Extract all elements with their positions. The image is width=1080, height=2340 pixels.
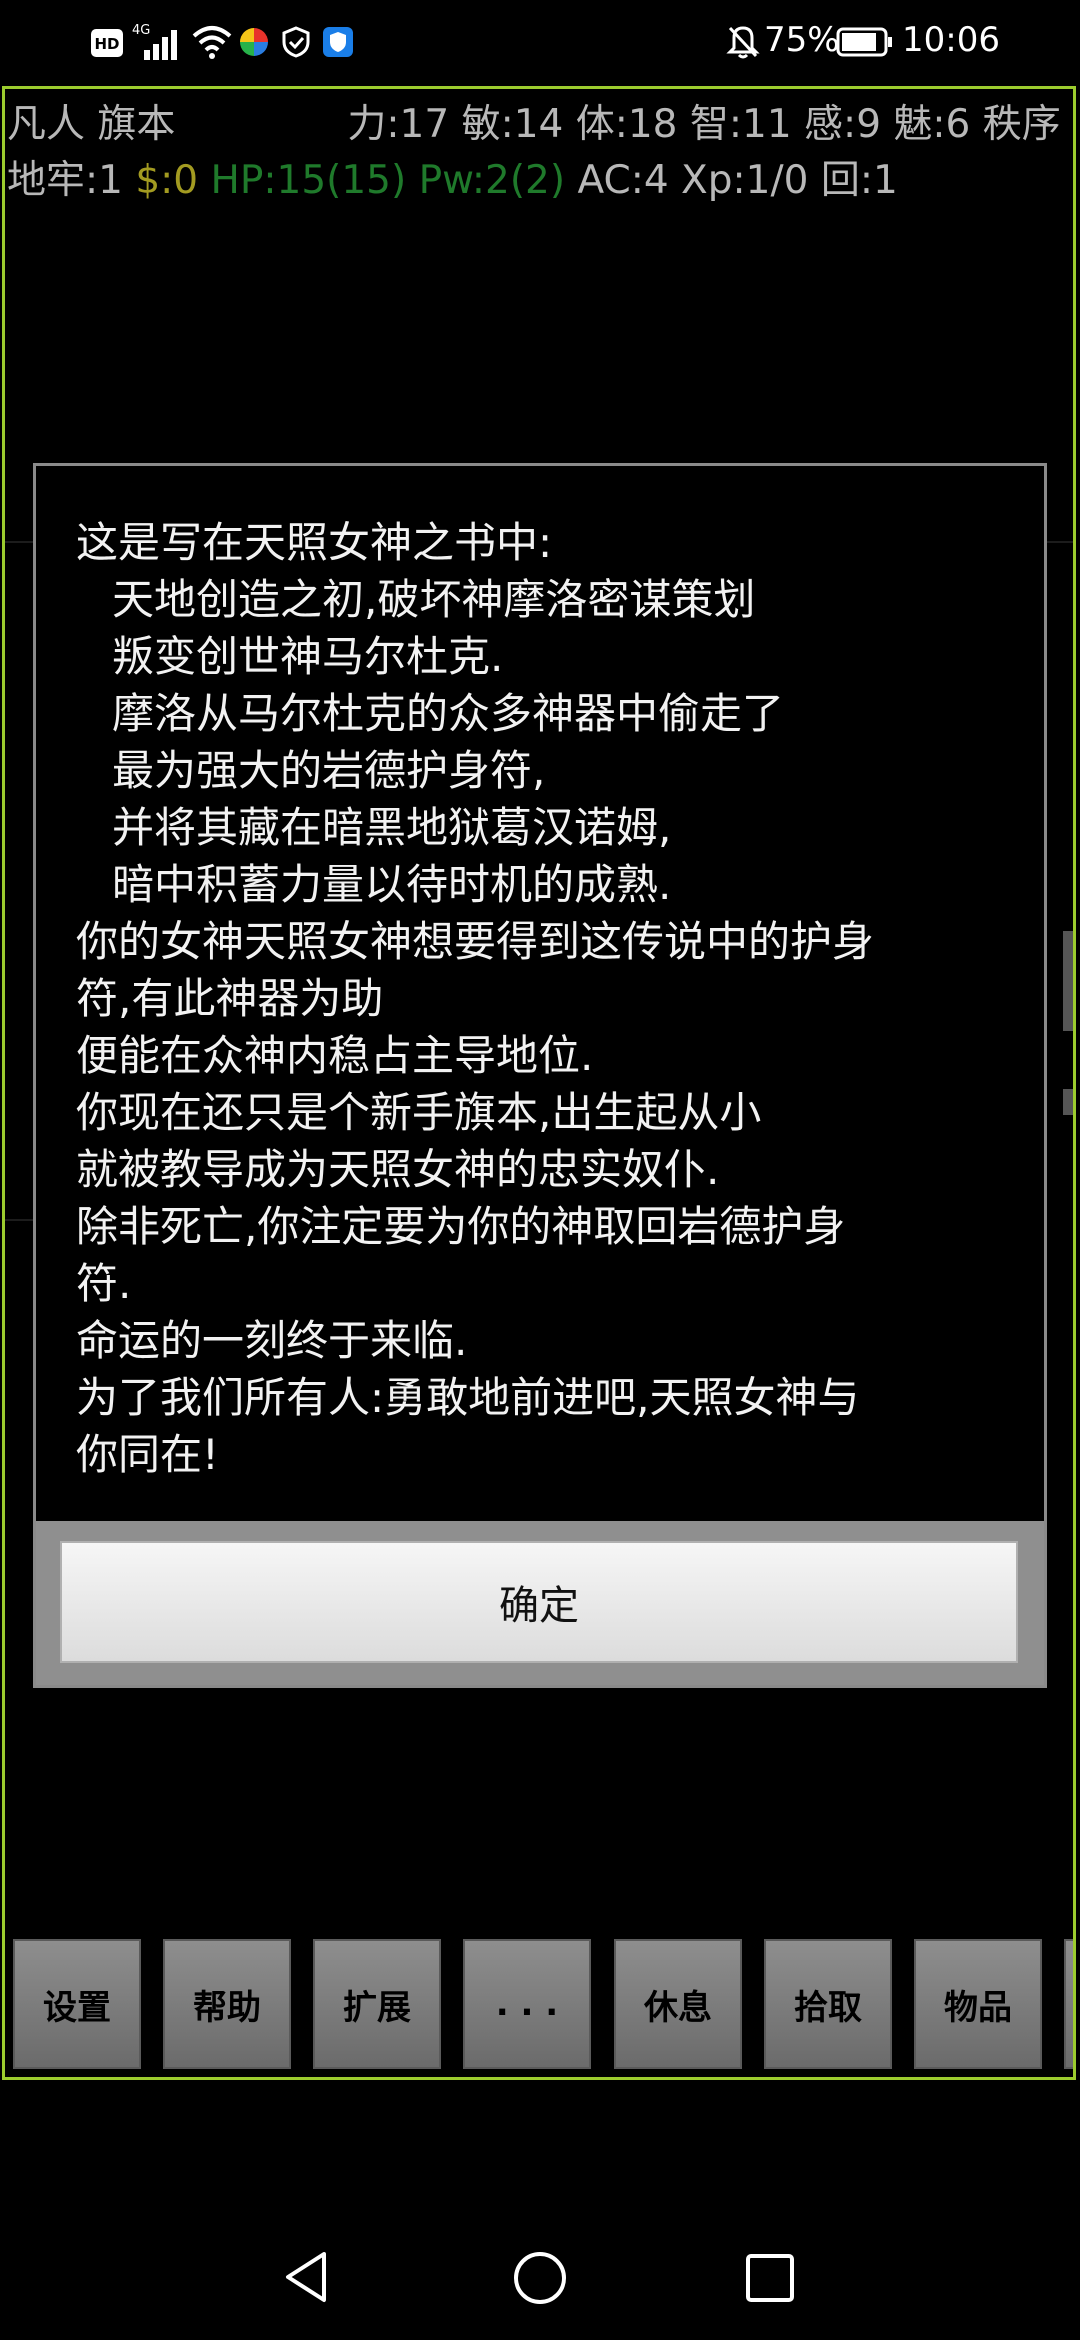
toolbar-button-help[interactable]: 帮助 <box>163 1939 291 2069</box>
dialog-line: 这是写在天照女神之书中: <box>76 518 553 567</box>
svg-text:HD: HD <box>94 35 119 53</box>
ok-button[interactable]: 确定 <box>60 1541 1018 1663</box>
gold-count: $:0 <box>135 158 199 203</box>
dialog-line: 摩洛从马尔杜克的众多神器中偷走了 <box>112 689 785 738</box>
dialog-line: 你同在! <box>76 1430 219 1479</box>
dialog-line: 符,有此神器为助 <box>76 974 384 1023</box>
battery-percent: 75% <box>764 20 840 60</box>
signal-icon: 4G <box>130 22 186 60</box>
dialog-line: 便能在众神内稳占主导地位. <box>76 1031 594 1080</box>
wifi-icon <box>192 24 232 59</box>
dialog-footer: 确定 <box>36 1521 1044 1685</box>
svg-text:4G: 4G <box>132 23 150 38</box>
toolbar-button-settings[interactable]: 设置 <box>13 1939 141 2069</box>
stat-line-attributes: 凡人 旗本 力:17 敏:14 体:18 智:11 感:9 魅:6 秩序 <box>7 93 1061 149</box>
status-bar: HD 4G 75% 10:06 <box>0 0 1080 84</box>
character-title: 凡人 旗本 <box>7 102 176 147</box>
dialog-line: 并将其藏在暗黑地狱葛汉诺姆, <box>112 803 672 852</box>
stat-line-status: 地牢:1 $:0 HP:15(15) Pw:2(2) AC:4 Xp:1/0 回… <box>7 149 898 205</box>
hp-pw: HP:15(15) Pw:2(2) <box>210 158 566 203</box>
app-colorful-icon <box>238 26 270 60</box>
command-toolbar: 设置 帮助 扩展 . . . 休息 拾取 物品 <box>13 1939 1073 2073</box>
dungeon-level: 地牢:1 <box>7 158 123 203</box>
clock-time: 10:06 <box>902 20 1000 60</box>
hd-icon: HD <box>90 28 124 62</box>
navigation-bar <box>0 2200 1080 2340</box>
toolbar-button-more[interactable]: . . . <box>463 1939 591 2069</box>
toolbar-button-pickup[interactable]: 拾取 <box>764 1939 892 2069</box>
dialog-line: 就被教导成为天照女神的忠实奴仆. <box>76 1145 720 1194</box>
dialog-line: 命运的一刻终于来临. <box>76 1316 468 1365</box>
map-door <box>1063 1089 1073 1115</box>
map-door <box>1063 931 1073 1031</box>
attribute-stats: 力:17 敏:14 体:18 智:11 感:9 魅:6 秩序 <box>347 102 1061 147</box>
back-icon[interactable] <box>282 2250 332 2308</box>
dialog-line: 天地创造之初,破坏神摩洛密谋策划 <box>112 575 756 624</box>
dialog-text: 这是写在天照女神之书中: 天地创造之初,破坏神摩洛密谋策划 叛变创世神马尔杜克. 摩洛… <box>76 514 1036 1483</box>
dialog-line: 暗中积蓄力量以待时机的成熟. <box>112 860 672 909</box>
dialog-line: 符. <box>76 1259 132 1308</box>
dialog-line: 最为强大的岩德护身符, <box>112 746 546 795</box>
map-wall <box>1045 541 1073 543</box>
toolbar-button-rest[interactable]: 休息 <box>614 1939 742 2069</box>
toolbar-button-extend[interactable]: 扩展 <box>313 1939 441 2069</box>
dialog-line: 为了我们所有人:勇敢地前进吧,天照女神与 <box>76 1373 860 1422</box>
dialog-line: 叛变创世神马尔杜克. <box>112 632 504 681</box>
intro-dialog: 这是写在天照女神之书中: 天地创造之初,破坏神摩洛密谋策划 叛变创世神马尔杜克. 摩洛… <box>33 463 1047 1688</box>
dialog-line: 你现在还只是个新手旗本,出生起从小 <box>76 1088 762 1137</box>
ac-xp-turn: AC:4 Xp:1/0 回:1 <box>577 158 898 203</box>
screen: HD 4G 75% 10:06 凡人 旗本 力:17 敏:14 体:18 智:1… <box>0 0 1080 2340</box>
dialog-line: 除非死亡,你注定要为你的神取回岩德护身 <box>76 1202 846 1251</box>
home-icon[interactable] <box>512 2250 568 2310</box>
dialog-line: 你的女神天照女神想要得到这传说中的护身 <box>76 917 875 966</box>
recents-icon[interactable] <box>745 2253 795 2307</box>
toolbar-button-partial[interactable] <box>1064 1939 1073 2069</box>
battery-icon <box>836 26 894 60</box>
shield-check-icon <box>280 26 312 60</box>
toolbar-button-inventory[interactable]: 物品 <box>914 1939 1042 2069</box>
mute-bell-icon <box>726 24 760 59</box>
security-shield-icon <box>322 26 354 60</box>
